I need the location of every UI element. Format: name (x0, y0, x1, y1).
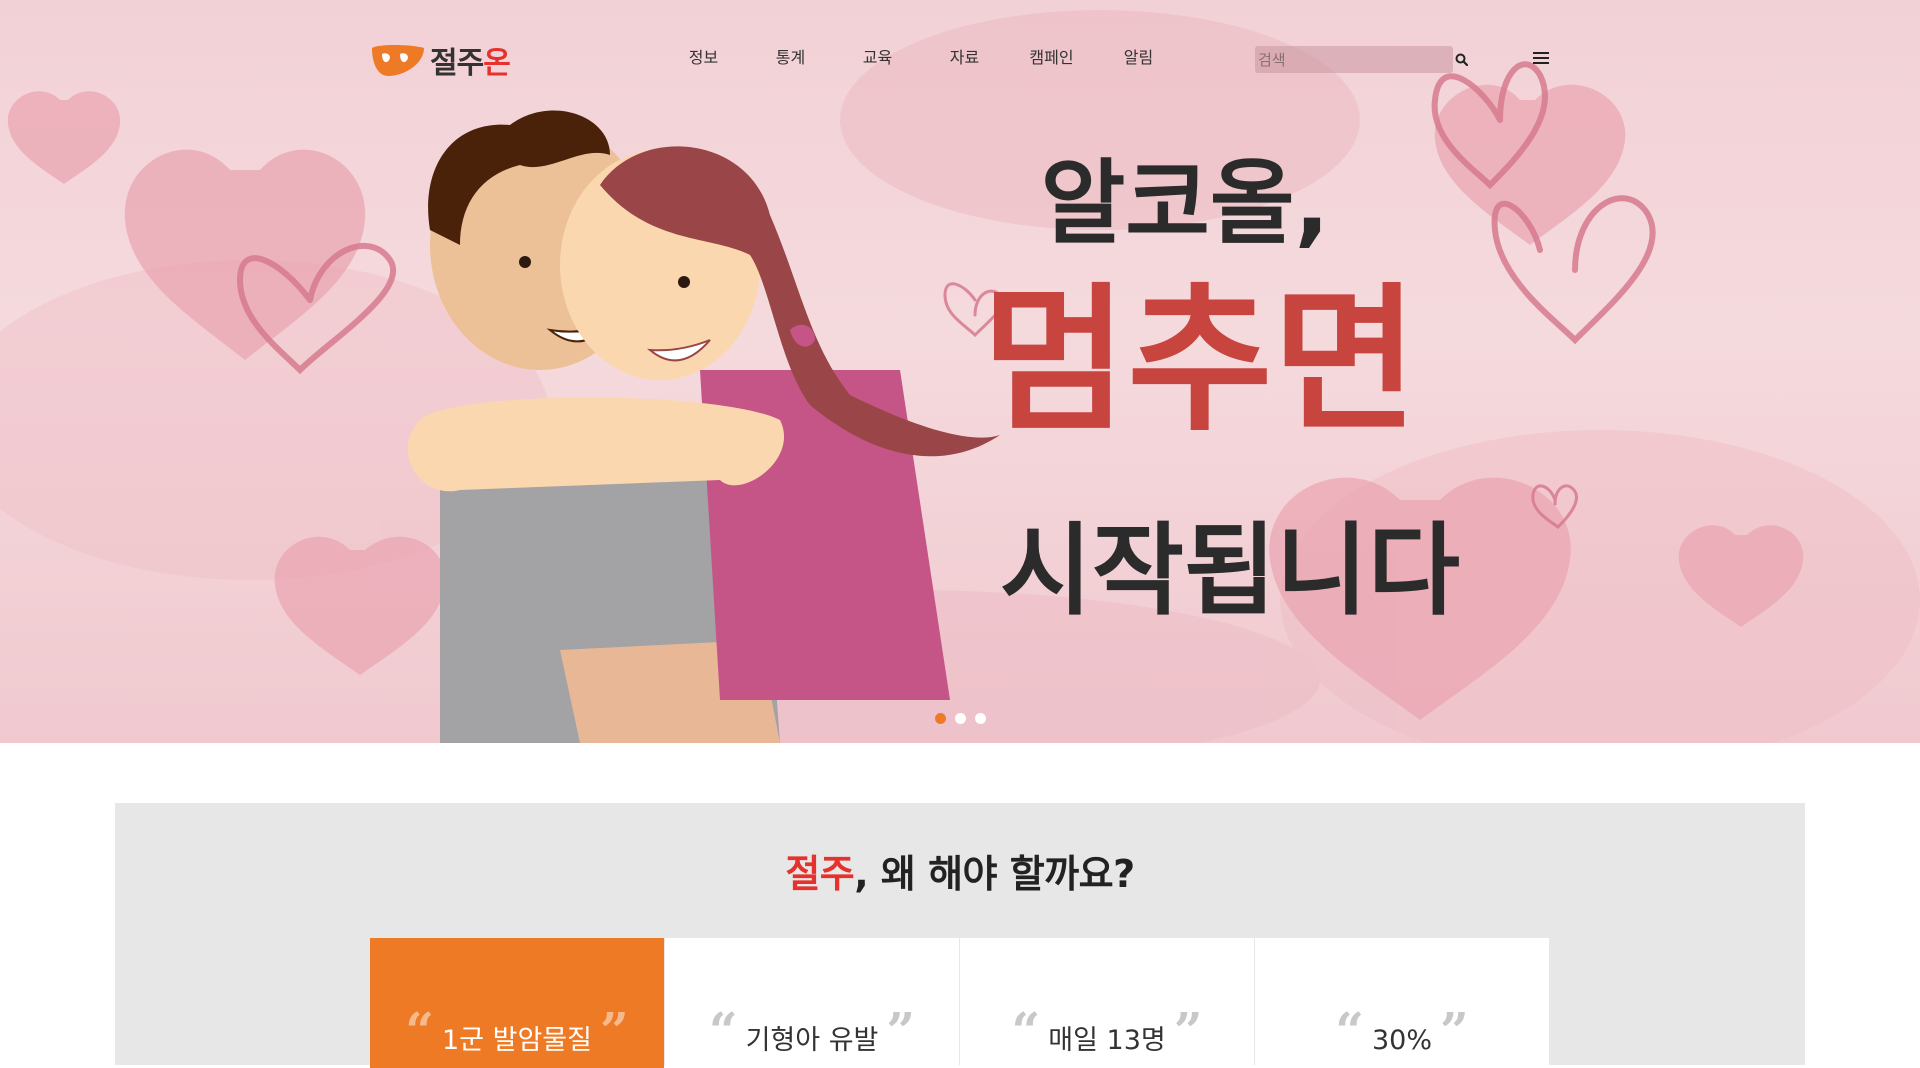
nav-item-info[interactable]: 정보 (660, 44, 747, 68)
search-icon[interactable] (1455, 49, 1468, 71)
reason-card-label: 30% (1371, 1025, 1432, 1056)
hamburger-menu-icon[interactable] (1531, 50, 1551, 66)
nav-item-resources[interactable]: 자료 (921, 44, 1008, 68)
close-quote-icon: ” (599, 1001, 629, 1060)
nav-item-education[interactable]: 교육 (834, 44, 921, 68)
reason-cards: “ 1군 발암물질 ” “ 기형아 유발 ” “ 매일 13명 ” “ 30% … (370, 938, 1550, 1068)
open-quote-icon: “ (405, 1001, 435, 1060)
reason-card-label: 기형아 유발 (745, 1025, 879, 1056)
why-section: 절주, 왜 해야 할까요? “ 1군 발암물질 ” “ 기형아 유발 ” “ 매… (115, 803, 1805, 1068)
close-quote-icon: ” (1173, 1001, 1203, 1060)
reason-card-carcinogen[interactable]: “ 1군 발암물질 ” (370, 938, 664, 1068)
section-title: 절주, 왜 해야 할까요? (785, 852, 1135, 896)
logo-text: 절주온 (430, 46, 511, 81)
slider-dot-1[interactable] (935, 713, 946, 724)
hero-illustration: 알코올, 멈추면 시작됩니다 (0, 10, 1920, 743)
slider-dots (935, 713, 986, 724)
reason-card-label: 매일 13명 (1048, 1025, 1166, 1056)
slider-dot-3[interactable] (975, 713, 986, 724)
reason-card-percent[interactable]: “ 30% ” (1255, 938, 1549, 1068)
reason-card-label: 1군 발암물질 (442, 1025, 592, 1056)
hero-line-3: 시작됩니다 (1000, 512, 1460, 629)
open-quote-icon: “ (1011, 1001, 1041, 1060)
search-input[interactable] (1255, 47, 1455, 72)
close-quote-icon: ” (1440, 1001, 1469, 1060)
open-quote-icon: “ (1335, 1001, 1364, 1060)
site-logo[interactable]: 절주온 (370, 38, 511, 82)
hero-banner[interactable]: 알코올, 멈추면 시작됩니다 절주온 정보 통계 교육 자료 캠페인 알림 (0, 0, 1920, 743)
close-quote-icon: ” (886, 1001, 916, 1060)
search-box (1255, 46, 1468, 73)
liver-logo-icon (372, 45, 424, 76)
reason-card-birth-defects[interactable]: “ 기형아 유발 ” (665, 938, 959, 1068)
nav-item-stats[interactable]: 통계 (747, 44, 834, 68)
reason-card-daily-deaths[interactable]: “ 매일 13명 ” (960, 938, 1254, 1068)
nav-item-notices[interactable]: 알림 (1095, 44, 1182, 68)
main-nav: 정보 통계 교육 자료 캠페인 알림 (660, 44, 1182, 68)
hero-line-2: 멈추면 (982, 269, 1418, 453)
hero-line-1: 알코올, (1041, 150, 1330, 257)
open-quote-icon: “ (708, 1001, 738, 1060)
nav-item-campaign[interactable]: 캠페인 (1008, 44, 1095, 68)
slider-dot-2[interactable] (955, 713, 966, 724)
